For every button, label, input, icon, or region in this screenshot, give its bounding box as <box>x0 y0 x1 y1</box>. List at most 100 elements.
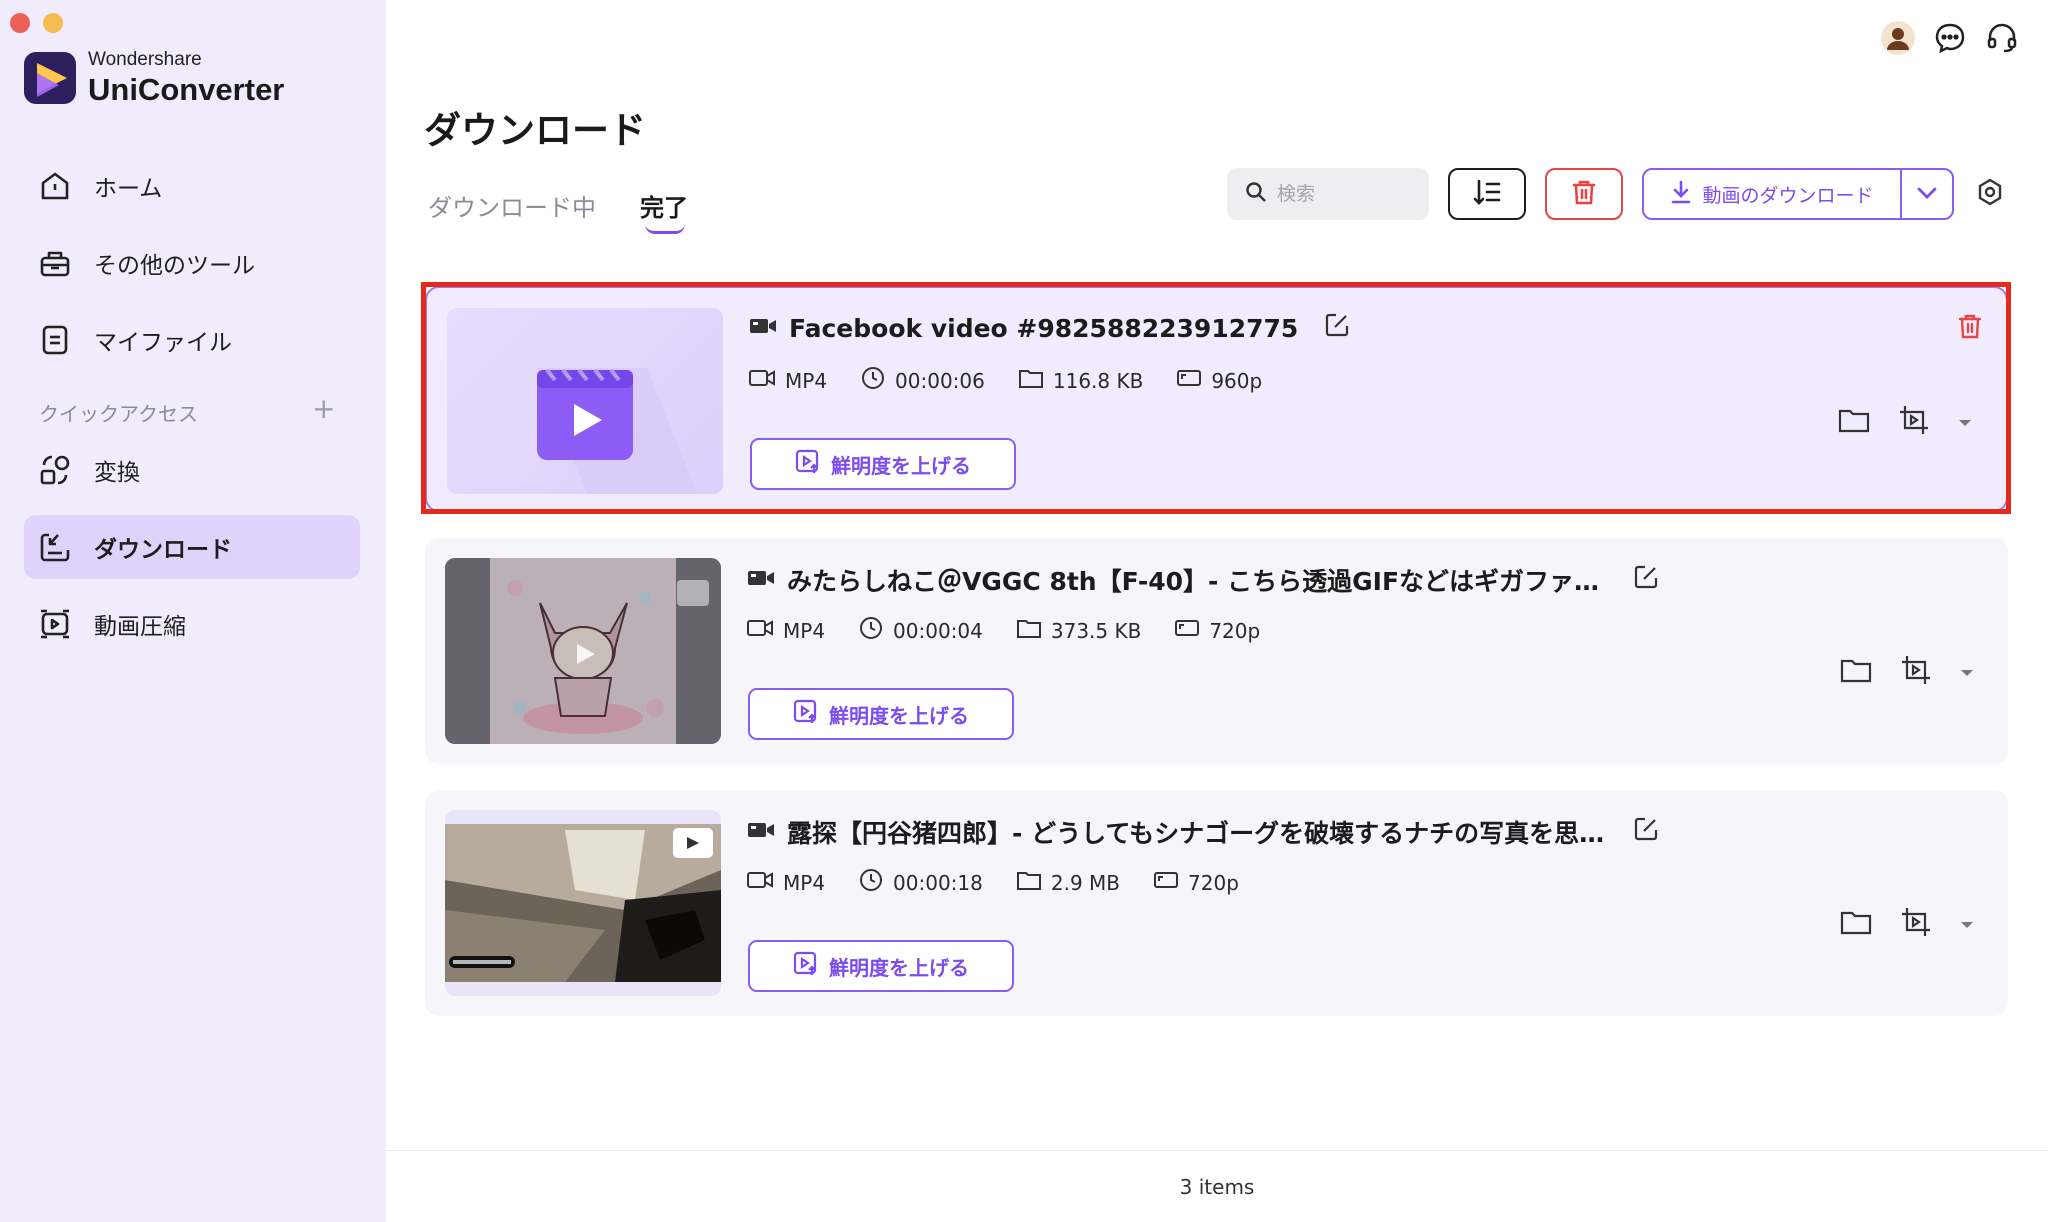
resolution-icon <box>1177 368 1202 393</box>
download-item-card[interactable]: Facebook video #982588223912775 MP4 00:0… <box>425 286 2008 512</box>
search-icon <box>1245 181 1267 207</box>
sidebar-item-myfiles[interactable]: マイファイル <box>24 308 360 372</box>
edit-title-icon[interactable] <box>1633 564 1659 596</box>
status-bar: 3 items <box>386 1150 2048 1222</box>
edit-title-icon[interactable] <box>1324 312 1350 344</box>
active-tab-indicator <box>645 224 685 234</box>
folder-icon <box>1018 368 1043 393</box>
settings-button[interactable] <box>1972 176 2008 212</box>
delete-item-icon[interactable] <box>1956 312 1984 344</box>
search-box[interactable] <box>1227 168 1429 220</box>
card-actions <box>1840 906 1974 942</box>
search-input[interactable] <box>1277 183 1407 205</box>
delete-all-button[interactable] <box>1545 168 1623 220</box>
enhance-clarity-button[interactable]: 鮮明度を上げる <box>750 438 1016 490</box>
enhance-icon <box>795 449 821 480</box>
top-right-icons <box>1880 20 2020 56</box>
brand-sub: Wondershare <box>88 49 202 70</box>
trash-icon <box>1570 178 1598 210</box>
crop-icon[interactable] <box>1900 654 1932 690</box>
video-duration: 00:00:04 <box>893 618 983 643</box>
tab-completed[interactable]: 完了 <box>640 188 688 223</box>
add-quick-access-icon[interactable]: + <box>312 392 335 425</box>
video-title: 露探【円谷猪四郎】- どうしてもシナゴーグを破壊するナチの写真を思い… <box>747 814 1659 850</box>
format-icon <box>747 870 773 895</box>
card-actions <box>1838 404 1972 440</box>
sidebar-item-compress[interactable]: 動画圧縮 <box>24 592 360 656</box>
download-item-card[interactable]: 露探【円谷猪四郎】- どうしてもシナゴーグを破壊するナチの写真を思い… MP4 … <box>425 790 2008 1016</box>
video-title-text: 露探【円谷猪四郎】- どうしてもシナゴーグを破壊するナチの写真を思い… <box>787 819 1607 848</box>
video-thumbnail[interactable] <box>447 308 723 494</box>
file-icon <box>38 323 72 357</box>
home-icon <box>38 169 72 203</box>
sidebar-item-label: 動画圧縮 <box>94 614 186 640</box>
sidebar-item-download[interactable]: ダウンロード <box>24 515 360 579</box>
video-format: MP4 <box>783 618 826 643</box>
crop-icon[interactable] <box>1898 404 1930 440</box>
video-title: Facebook video #982588223912775 <box>749 312 1350 344</box>
sidebar-item-home[interactable]: ホーム <box>24 154 360 218</box>
folder-icon <box>1016 618 1041 643</box>
video-meta: MP4 00:00:18 2.9 MB 720p <box>747 868 1239 897</box>
sort-button[interactable] <box>1448 168 1526 220</box>
compress-icon <box>38 607 72 641</box>
gear-icon <box>1975 177 2005 211</box>
crop-icon[interactable] <box>1900 906 1932 942</box>
download-video-button[interactable]: 動画のダウンロード <box>1644 170 1902 218</box>
enhance-clarity-button[interactable]: 鮮明度を上げる <box>748 688 1014 740</box>
enhance-icon <box>793 699 819 730</box>
edit-title-icon[interactable] <box>1633 816 1659 848</box>
video-title-text: みたらしねこ＠VGGC 8th【F-40】- こちら透過GIFなどはギガファイ… <box>787 567 1607 596</box>
feedback-icon[interactable] <box>1932 20 1968 56</box>
video-size: 373.5 KB <box>1050 618 1142 643</box>
clock-icon <box>859 616 883 645</box>
support-headset-icon[interactable] <box>1984 20 2020 56</box>
user-avatar-icon[interactable] <box>1880 20 1916 56</box>
resolution-icon <box>1154 870 1179 895</box>
download-icon <box>38 530 72 564</box>
video-size: 116.8 KB <box>1052 368 1144 393</box>
video-resolution: 720p <box>1209 618 1261 643</box>
download-item-card[interactable]: みたらしねこ＠VGGC 8th【F-40】- こちら透過GIFなどはギガファイ…… <box>425 538 2008 764</box>
video-title: みたらしねこ＠VGGC 8th【F-40】- こちら透過GIFなどはギガファイ… <box>747 562 1659 598</box>
sidebar-item-label: ホーム <box>94 176 163 202</box>
video-thumbnail[interactable] <box>445 810 721 996</box>
sidebar-item-convert[interactable]: 変換 <box>24 438 360 502</box>
enhance-icon <box>793 951 819 982</box>
video-resolution: 960p <box>1211 368 1263 393</box>
video-title-text: Facebook video #982588223912775 <box>789 313 1299 343</box>
sidebar-item-label: その他のツール <box>94 253 255 279</box>
more-options-icon[interactable] <box>1960 915 1974 934</box>
sidebar-item-tools[interactable]: その他のツール <box>24 231 360 295</box>
download-video-label: 動画のダウンロード <box>1702 184 1874 207</box>
page-title: ダウンロード <box>424 109 646 152</box>
toolbox-icon <box>38 246 72 280</box>
video-duration: 00:00:18 <box>893 870 983 895</box>
app-logo: Wondershare UniConverter <box>24 50 284 105</box>
download-video-button-group: 動画のダウンロード <box>1642 168 1954 220</box>
video-duration: 00:00:06 <box>895 368 985 393</box>
tab-downloading[interactable]: ダウンロード中 <box>428 188 596 223</box>
more-options-icon[interactable] <box>1960 663 1974 682</box>
video-format: MP4 <box>783 870 826 895</box>
clock-icon <box>859 868 883 897</box>
enhance-label: 鮮明度を上げる <box>829 703 969 728</box>
clock-icon <box>861 366 885 395</box>
open-folder-icon[interactable] <box>1838 407 1870 437</box>
video-size: 2.9 MB <box>1050 870 1121 895</box>
window-minimize-button[interactable] <box>43 13 63 33</box>
more-options-icon[interactable] <box>1958 413 1972 432</box>
chevron-down-icon <box>1916 185 1938 204</box>
sidebar-item-label: マイファイル <box>94 330 232 356</box>
brand-main: UniConverter <box>88 72 285 107</box>
enhance-clarity-button[interactable]: 鮮明度を上げる <box>748 940 1014 992</box>
open-folder-icon[interactable] <box>1840 657 1872 687</box>
video-camera-icon <box>747 818 775 847</box>
download-options-dropdown[interactable] <box>1902 170 1952 218</box>
video-camera-icon <box>747 566 775 595</box>
video-meta: MP4 00:00:04 373.5 KB 720p <box>747 616 1260 645</box>
window-close-button[interactable] <box>10 13 30 33</box>
video-thumbnail[interactable] <box>445 558 721 744</box>
open-folder-icon[interactable] <box>1840 909 1872 939</box>
sidebar-item-label: ダウンロード <box>94 537 232 563</box>
